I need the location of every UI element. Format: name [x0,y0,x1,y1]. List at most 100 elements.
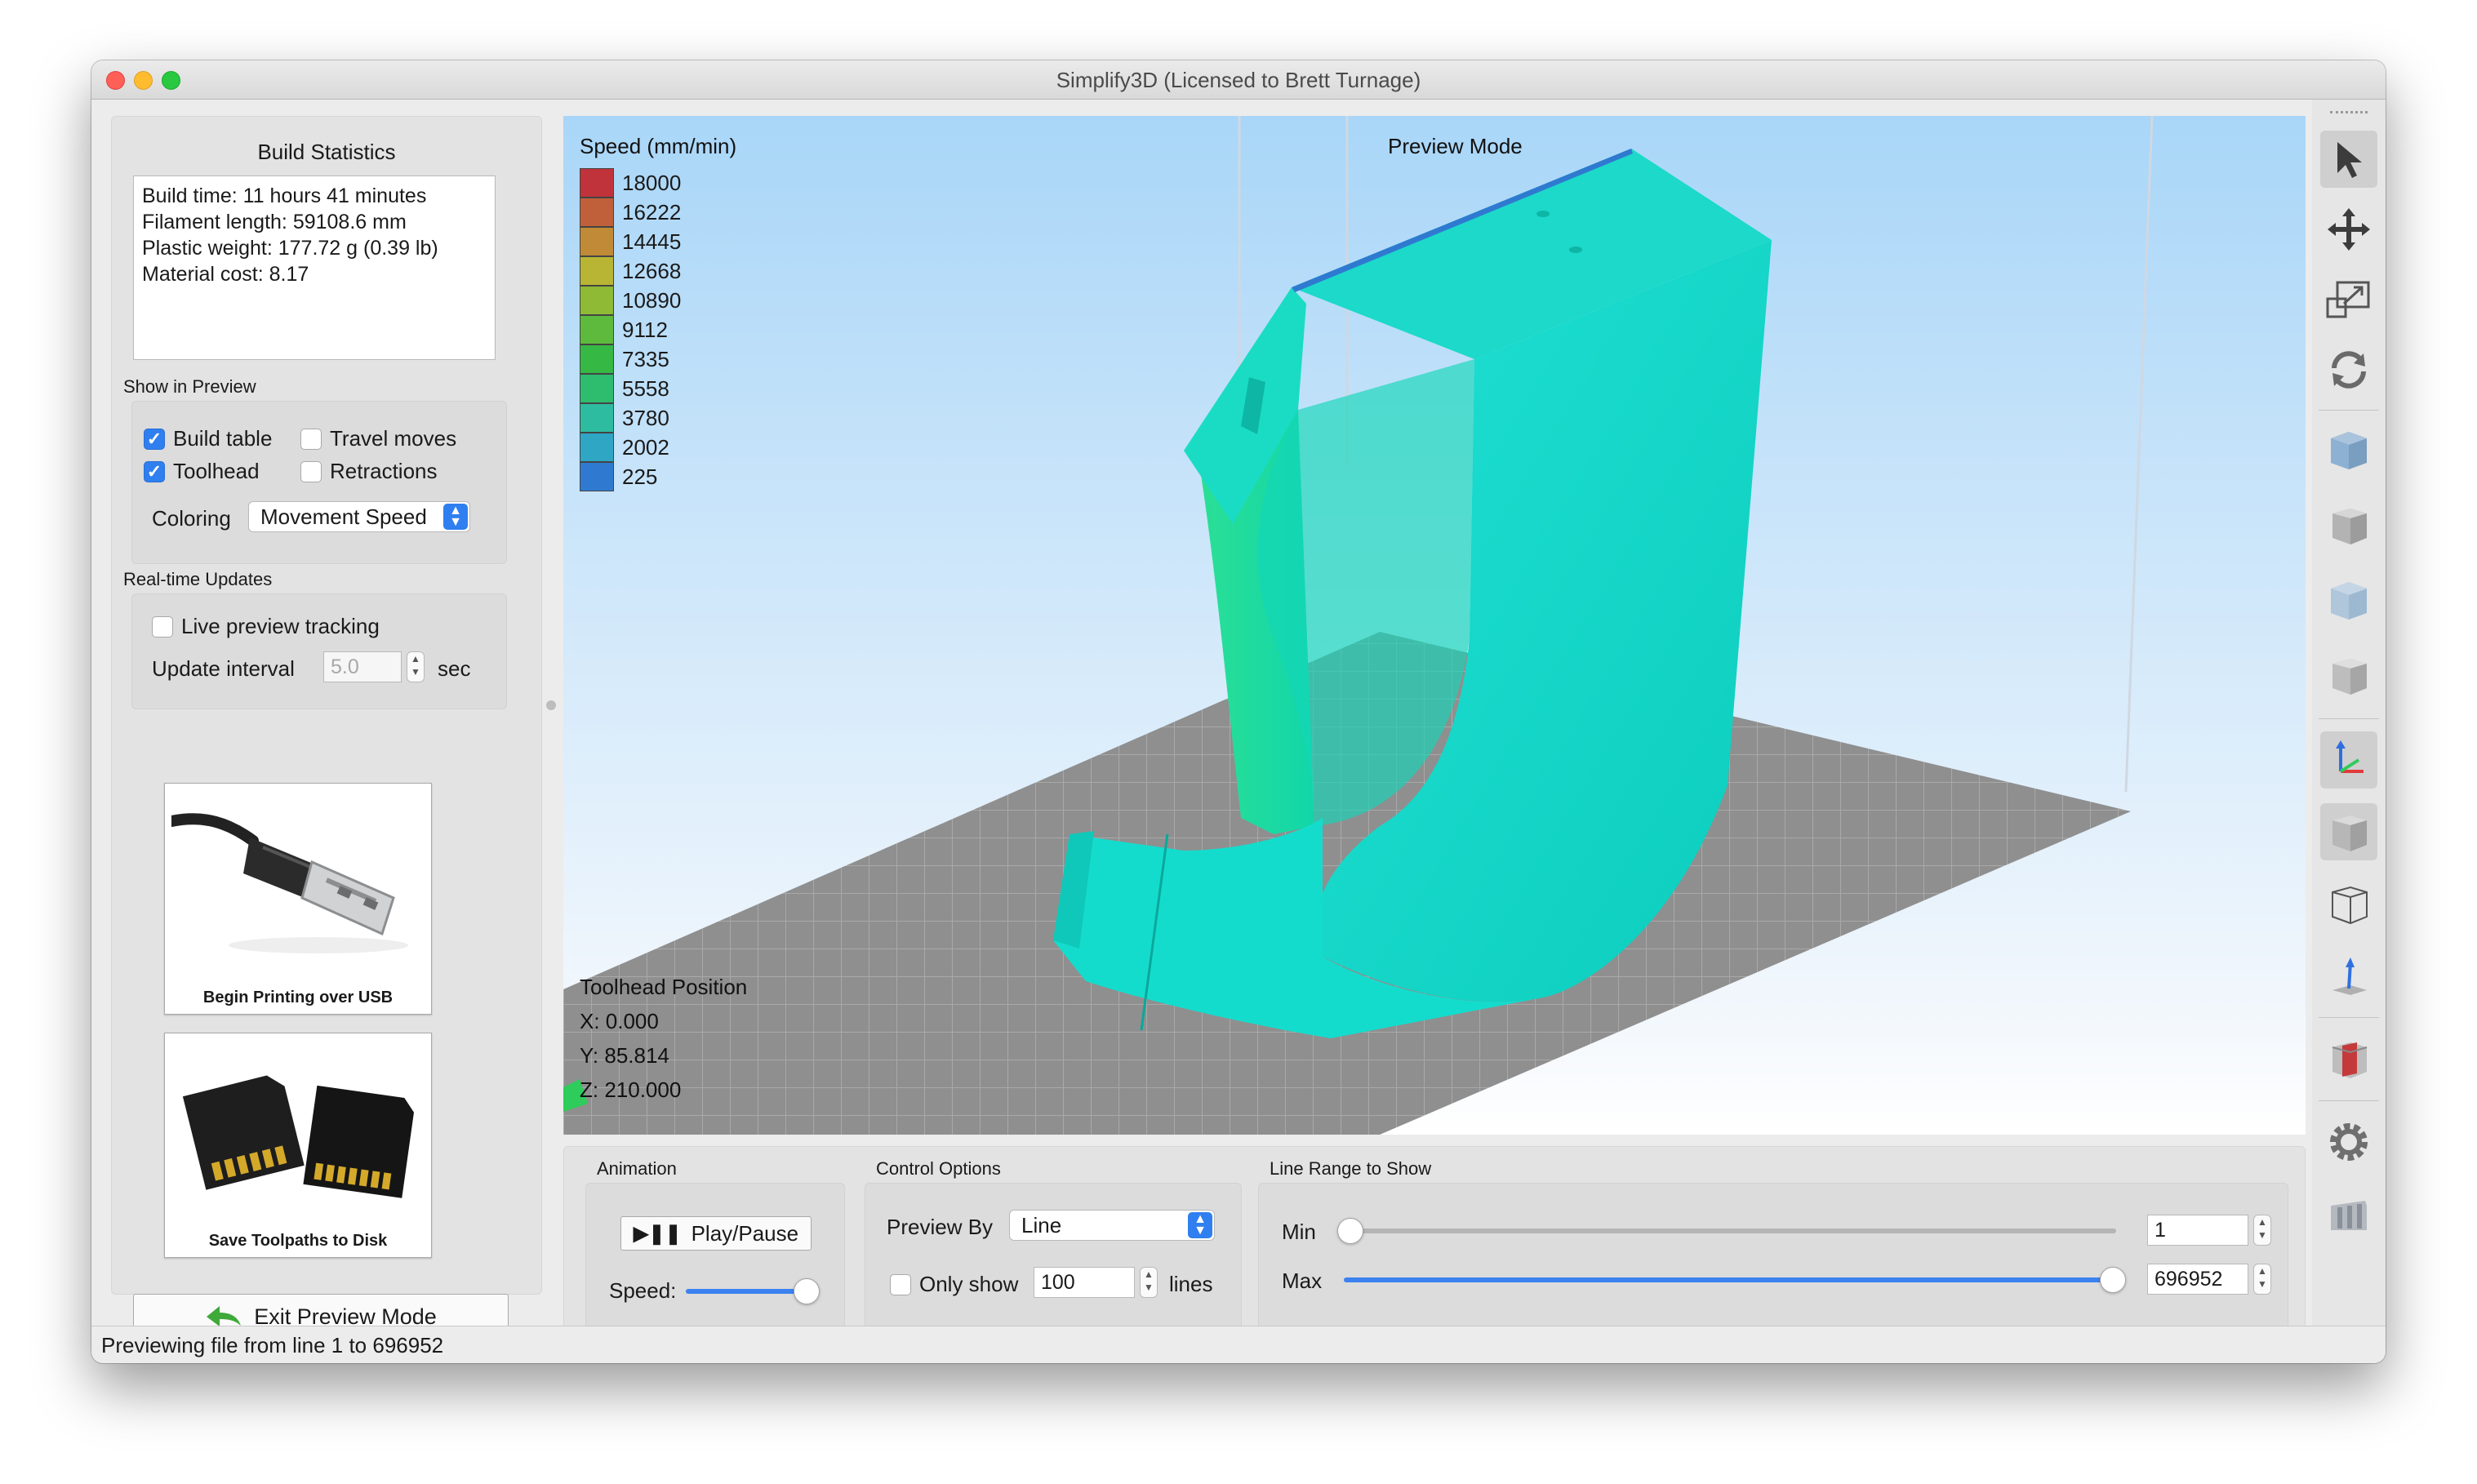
min-line-stepper[interactable]: ▲ ▼ [2253,1215,2271,1246]
settings-icon[interactable] [2320,1113,2377,1171]
cross-section-icon[interactable] [2320,1030,2377,1087]
preview-mode-label: Preview Mode [1388,134,1523,158]
play-pause-button[interactable]: ▶❚❚ Play/Pause [620,1216,812,1251]
app-window: Simplify3D (Licensed to Brett Turnage) B… [91,60,2386,1363]
sd-card-image [171,1040,425,1228]
max-line-stepper[interactable]: ▲ ▼ [2253,1264,2271,1295]
legend-value: 3780 [622,405,669,430]
legend-swatch [580,403,614,433]
animation-group: ▶❚❚ Play/Pause Speed: [585,1183,845,1333]
select-icon[interactable] [2320,131,2377,188]
toolhead-x: X: 0.000 [580,1009,659,1033]
view-top-icon[interactable] [2320,571,2377,629]
legend-swatch [580,344,614,374]
build-table-checkbox-row[interactable]: Build table [144,426,272,451]
toolhead-checkbox[interactable] [144,460,165,482]
legend-value: 14445 [622,229,682,254]
chevron-updown-icon: ▲ ▼ [443,504,468,530]
live-preview-checkbox-row[interactable]: Live preview tracking [152,614,380,639]
live-preview-label: Live preview tracking [181,614,380,638]
legend-value: 2002 [622,434,669,460]
legend-item: 12668 [580,256,681,286]
left-panel: Build Statistics Build time: 11 hours 41… [111,116,542,1340]
splitter-handle[interactable] [546,700,556,710]
legend-item: 5558 [580,374,669,403]
disk-button-caption: Save Toolpaths to Disk [208,1232,388,1250]
animation-label: Animation [597,1158,677,1179]
update-interval-unit: sec [438,656,471,681]
view-front-icon[interactable] [2320,496,2377,553]
save-toolpaths-disk-button[interactable]: Save Toolpaths to Disk [164,1033,432,1258]
preview-by-value: Line [1021,1213,1062,1237]
travel-moves-checkbox-row[interactable]: Travel moves [300,426,456,451]
live-preview-checkbox[interactable] [152,615,173,638]
speed-label: Speed: [609,1278,677,1303]
only-show-unit: lines [1169,1272,1213,1296]
model-hole [1569,247,1582,253]
axes-icon[interactable] [2320,731,2377,789]
legend-value: 225 [622,464,658,489]
speed-slider-track[interactable] [686,1289,807,1294]
speed-slider-knob[interactable] [794,1278,820,1304]
coloring-select[interactable]: Movement Speed ▲ ▼ [248,501,470,532]
retractions-checkbox-row[interactable]: Retractions [300,459,438,484]
realtime-updates-label: Real-time Updates [123,569,273,589]
toolhead-y: Y: 85.814 [580,1043,669,1068]
retractions-checkbox[interactable] [300,460,322,482]
move-icon[interactable] [2320,201,2377,258]
line-range-label: Line Range to Show [1270,1158,1432,1179]
update-interval-input[interactable]: 5.0 [323,651,402,682]
max-label: Max [1282,1269,1323,1293]
scale-icon[interactable] [2320,271,2377,328]
control-options-group: Preview By Line ▲ ▼ Only show 100 ▲ ▼ line… [865,1183,1242,1333]
scene-canvas[interactable] [563,116,2306,1135]
min-slider-track[interactable] [1349,1229,2116,1233]
legend-item: 2002 [580,433,669,462]
only-show-input[interactable]: 100 [1034,1267,1135,1298]
stat-material-cost: Material cost: 8.17 [142,263,309,286]
usb-button-caption: Begin Printing over USB [202,989,394,1006]
toolhead-label: Toolhead [173,459,260,483]
only-show-stepper[interactable]: ▲ ▼ [1140,1267,1158,1298]
build-statistics-title: Build Statistics [257,140,396,164]
legend-item: 7335 [580,344,669,374]
stat-plastic-weight: Plastic weight: 177.72 g (0.39 lb) [142,237,438,260]
min-slider-knob[interactable] [1337,1218,1363,1244]
min-line-input[interactable]: 1 [2147,1215,2248,1246]
max-slider-track[interactable] [1344,1277,2116,1282]
toolbar-grip[interactable] [2330,111,2368,114]
build-table-checkbox[interactable] [144,428,165,450]
build-table-label: Build table [173,426,273,451]
solid-view-icon[interactable] [2320,803,2377,860]
window-title: Simplify3D (Licensed to Brett Turnage) [1056,68,1421,92]
legend-value: 7335 [622,346,669,371]
only-show-checkbox[interactable] [890,1273,911,1295]
preview-by-label: Preview By [887,1215,994,1239]
rotate-icon[interactable] [2320,341,2377,398]
legend-swatch [580,227,614,256]
legend-swatch [580,198,614,227]
toolhead-position-title: Toolhead Position [580,975,748,999]
toolhead-z: Z: 210.000 [580,1077,682,1102]
retractions-label: Retractions [330,459,438,483]
update-interval-stepper[interactable]: ▲ ▼ [407,651,425,682]
view-iso-icon[interactable] [2320,421,2377,478]
travel-moves-label: Travel moves [330,426,457,451]
title-bar[interactable]: Simplify3D (Licensed to Brett Turnage) [91,60,2386,100]
view-side-icon[interactable] [2320,646,2377,704]
legend-title: Speed (mm/min) [580,134,737,158]
toolhead-checkbox-row[interactable]: Toolhead [144,459,260,484]
max-line-input[interactable]: 696952 [2147,1264,2248,1295]
machine-icon[interactable] [2320,1187,2377,1244]
normals-icon[interactable] [2320,947,2377,1004]
only-show-checkbox-row[interactable]: Only show [890,1272,1018,1297]
travel-moves-checkbox[interactable] [300,428,322,450]
legend-item: 16222 [580,198,681,227]
status-bar: Previewing file from line 1 to 696952 [91,1326,2386,1363]
preview-by-select[interactable]: Line ▲ ▼ [1009,1210,1215,1241]
max-slider-knob[interactable] [2100,1267,2126,1293]
wireframe-icon[interactable] [2320,875,2377,932]
begin-printing-usb-button[interactable]: Begin Printing over USB [164,783,432,1015]
preview-viewport[interactable]: Speed (mm/min) Preview Mode 18000 16222 14… [563,116,2306,1135]
legend-swatch [580,462,614,491]
